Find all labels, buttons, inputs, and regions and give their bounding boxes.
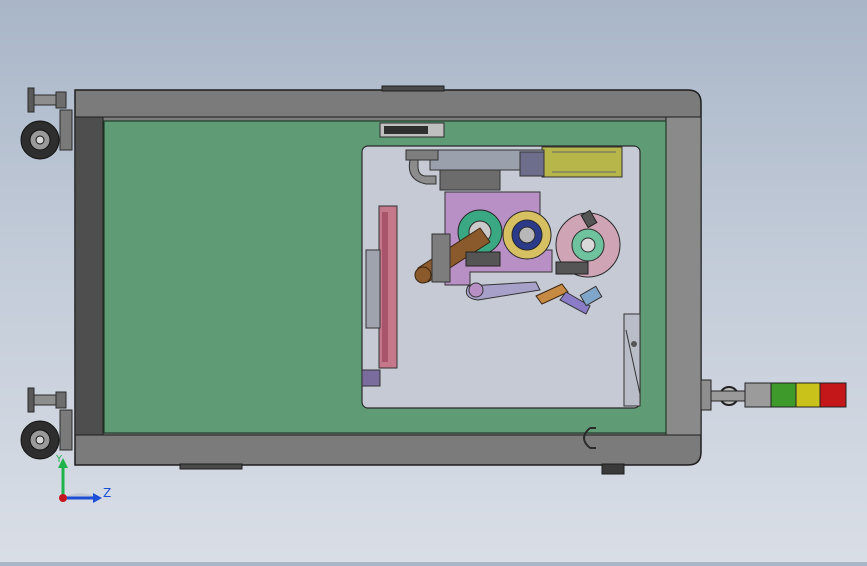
tower-segment-yellow: [795, 382, 821, 408]
axis-z-label: Z: [103, 486, 111, 500]
tower-segment-green: [770, 382, 797, 408]
tower-segment-grey: [744, 382, 772, 408]
cad-viewport[interactable]: Y Z: [0, 0, 867, 562]
caster-bottom-left: [20, 387, 73, 460]
inspection-window[interactable]: [361, 145, 641, 409]
caster-top-left: [20, 87, 73, 160]
tower-segment-red: [819, 382, 847, 408]
machine-drawing: Y Z: [20, 85, 847, 503]
axis-y-label: Y: [55, 454, 63, 465]
tower-light[interactable]: [700, 379, 847, 411]
